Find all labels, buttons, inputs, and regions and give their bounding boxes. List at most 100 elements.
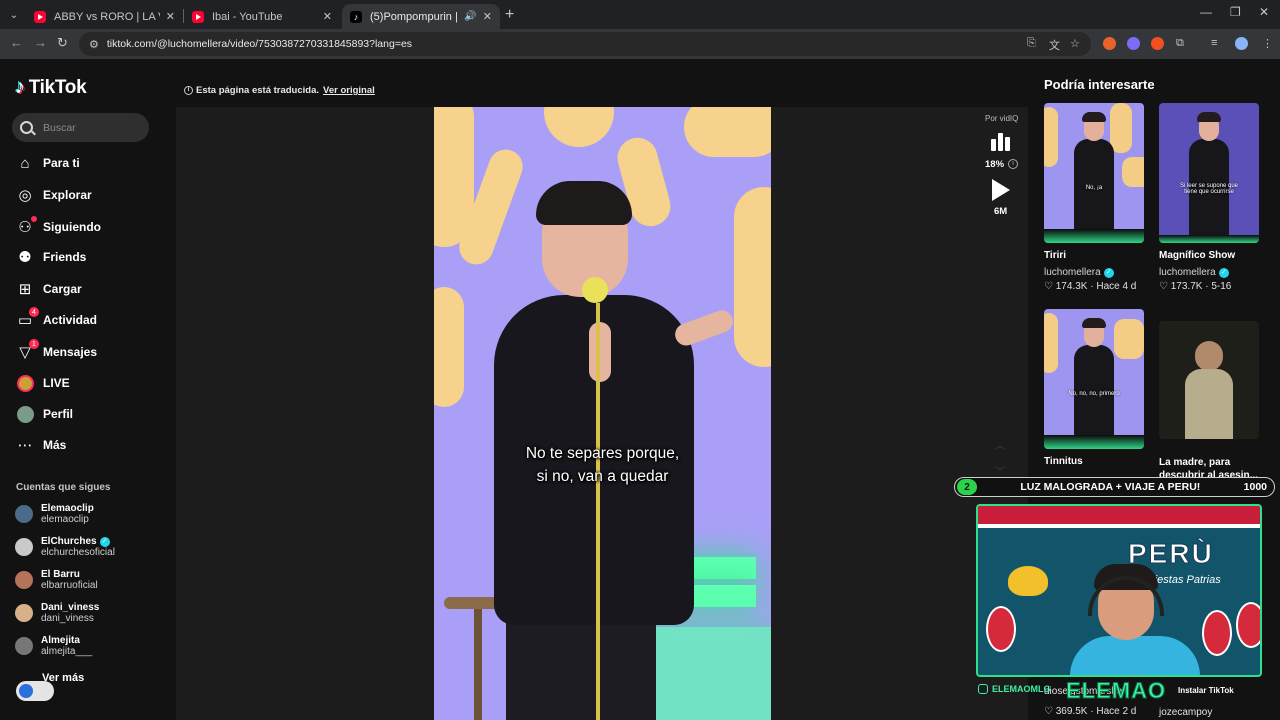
friends-icon: ⚉ [18,249,32,266]
extensions-puzzle-icon[interactable]: ⧉ [1176,37,1184,50]
sidebar-item-cargar[interactable]: ⊞ Cargar [16,278,82,300]
forward-icon[interactable]: → [34,35,47,50]
recommended-thumbnail[interactable]: No, ¡a [1044,103,1144,243]
sidebar-item-mensajes[interactable]: ▽ 1 Mensajes [16,339,97,363]
sidebar-item-siguiendo[interactable]: ⚇ Siguiendo [16,216,101,238]
recommended-author[interactable]: luchomellera ✓ [1159,267,1229,278]
video-subtitle: No te separes porque, si no, van a queda… [434,442,771,488]
sidebar-item-label: Perfil [43,407,74,421]
close-tab-icon[interactable]: ✕ [323,10,332,23]
restore-icon[interactable]: ❐ [1230,5,1241,19]
sidebar-item-explorar[interactable]: ◎ Explorar [16,184,91,206]
recommended-author[interactable]: luchomellera ✓ [1044,267,1114,278]
close-tab-icon[interactable]: ✕ [166,10,175,23]
back-icon[interactable]: ← [10,35,23,50]
sidebar-item-label: Más [43,438,67,452]
recommended-meta: ♡ 369.5K · Hace 2 d [1044,706,1137,717]
tiktok-logo[interactable]: ♪ TikTok [15,76,87,99]
sidebar-item-mas[interactable]: ⋯ Más [16,434,67,456]
sidebar-item-para-ti[interactable]: ⌂ Para ti [16,152,79,174]
recommended-thumbnail[interactable]: Si leer se supone que tiene que ocurrirs… [1159,103,1259,243]
browser-tab-1[interactable]: ABBY vs RORO | LA VELADA DEL ✕ [26,4,183,29]
recommended-video-title[interactable]: Magnífico Show [1159,250,1235,261]
url-text[interactable]: tiktok.com/@luchomellera/video/753038727… [107,38,412,50]
extension-purple-icon[interactable] [1127,37,1140,50]
install-app-icon[interactable]: ⎘ [1027,37,1036,50]
recommended-meta: ♡ 174.3K · Hace 4 d [1044,281,1137,292]
subtitle-line: No te separes porque, [525,445,680,462]
tab-title: Ibai - YouTube [212,10,283,23]
recommended-author[interactable]: jozecampoy [1159,707,1212,718]
recommended-video-title[interactable]: Tinnitus [1044,456,1083,467]
new-tab-icon[interactable]: + [505,6,514,24]
recommended-video-title[interactable]: Tiriri [1044,250,1066,261]
thumbnail-subtitle: No, ¡a [1085,185,1103,191]
sidebar-item-label: Siguiendo [43,220,101,234]
browser-tab-3-active[interactable]: ♪ (5)Pompompurin | pompom 🔊 ✕ [342,4,500,29]
site-settings-icon[interactable]: ⚙ [89,38,99,51]
followed-account[interactable]: Elemaoclip elemaoclip [15,503,94,525]
thumbnail-subtitle: No, no, no, primero [1068,391,1120,397]
floating-toggle[interactable] [16,681,54,701]
background-shape [684,107,771,157]
instagram-handle: ELEMAOMLG [978,684,1051,694]
chevron-up-icon[interactable]: ︿ [995,437,1005,452]
translate-icon[interactable]: 文 [1049,37,1060,53]
subtitle-line: si no, van a quedar [536,468,669,485]
followed-account[interactable]: Almejita almejita___ [15,635,92,657]
streamer [1070,556,1200,675]
account-name: Almejita [41,635,80,646]
view-count: 6M [994,206,1008,217]
video-player[interactable]: No te separes porque, si no, van a queda… [434,107,771,720]
recommended-thumbnail[interactable] [1159,321,1259,439]
search-input[interactable]: Buscar [12,113,149,142]
recommended-thumbnail[interactable]: No, no, no, primero [1044,309,1144,449]
stage-light [644,627,771,720]
account-name: Dani_viness [41,602,100,613]
reload-icon[interactable]: ↻ [57,35,68,51]
bookmark-star-icon[interactable]: ☆ [1070,37,1080,50]
followed-account[interactable]: ElChurches ✓ elchurchesoficial [15,536,115,558]
profile-avatar-icon[interactable] [1235,37,1248,50]
like-count: 369.5K [1055,706,1088,717]
activity-icon: ▭ 4 [16,307,39,329]
info-icon[interactable]: i [1008,159,1018,169]
browser-menu-icon[interactable]: ⋮ [1262,37,1273,50]
bar-chart-icon[interactable] [991,133,1010,151]
reading-list-icon[interactable]: ≡ [1211,37,1217,49]
tiktok-note-icon: ♪ [15,76,25,98]
extension-fox-icon[interactable] [1103,37,1116,50]
avatar [15,505,33,523]
post-date: Hace 4 d [1096,281,1137,292]
sidebar-item-perfil[interactable]: Perfil [16,403,73,425]
close-tab-icon[interactable]: ✕ [483,10,492,23]
minimize-icon[interactable]: — [1200,5,1212,19]
followed-account[interactable]: Dani_viness dani_viness [15,602,99,624]
browser-tab-2[interactable]: Ibai - YouTube ✕ [184,4,340,29]
stream-ticker: 2 LUZ MALOGRADA + VIAJE A PERU! 1000 [954,477,1275,497]
speaker-icon[interactable]: 🔊 [464,11,476,22]
search-placeholder: Buscar [43,121,76,134]
avatar [15,571,33,589]
followed-account[interactable]: El Barru elbarruoficial [15,569,98,591]
avatar [15,538,33,556]
account-username: almejita___ [41,646,93,657]
peru-banner [978,506,1260,528]
channel-logo: ELEMAO [1065,678,1167,704]
tiktok-icon: ♪ [350,10,362,23]
account-username: dani_viness [41,613,94,624]
chevron-down-icon[interactable]: ﹀ [995,463,1005,478]
sidebar-item-friends[interactable]: ⚉ Friends [16,246,86,268]
sidebar-item-live[interactable]: LIVE [16,372,70,394]
verified-icon: ✓ [1103,267,1114,278]
close-window-icon[interactable]: ✕ [1259,5,1269,19]
sidebar-item-actividad[interactable]: ▭ 4 Actividad [16,307,97,331]
address-bar[interactable]: ⚙ tiktok.com/@luchomellera/video/7530387… [79,32,1091,56]
tab-search-button[interactable]: ⌄ [5,6,23,24]
view-original-link[interactable]: Ver original [323,85,375,96]
install-tiktok-label[interactable]: Instalar TikTok [1178,686,1234,695]
microphone [582,277,608,303]
author-username: luchomellera [1044,267,1101,278]
extension-fire-icon[interactable] [1151,37,1164,50]
messages-icon: ▽ 1 [16,339,39,361]
